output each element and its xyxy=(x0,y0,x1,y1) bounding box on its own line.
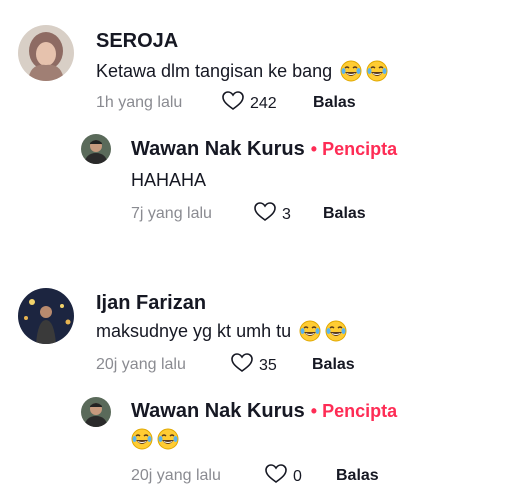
like-button[interactable]: 35 xyxy=(231,353,277,378)
reply-button[interactable]: Balas xyxy=(312,356,355,374)
comment-text-content: Ketawa dlm tangisan ke bang xyxy=(96,60,333,81)
like-button[interactable]: 3 xyxy=(254,202,291,227)
like-button[interactable]: 242 xyxy=(222,91,277,116)
like-count: 0 xyxy=(293,467,302,485)
reply-button[interactable]: Balas xyxy=(313,94,356,112)
tears-of-joy-emoji-icon xyxy=(299,320,321,342)
heart-icon xyxy=(254,202,276,227)
comment-username[interactable]: Ijan Farizan xyxy=(96,292,206,315)
reply-username[interactable]: Wawan Nak Kurus xyxy=(131,400,305,423)
comment-text: Ketawa dlm tangisan ke bang xyxy=(96,60,388,82)
reply-header: Wawan Nak Kurus • Pencipta xyxy=(131,138,397,161)
comment-username[interactable]: SEROJA xyxy=(96,30,178,53)
reply-username[interactable]: Wawan Nak Kurus xyxy=(131,138,305,161)
comment-timestamp: 20j yang lalu xyxy=(96,356,186,373)
reply-header: Wawan Nak Kurus • Pencipta xyxy=(131,400,397,423)
reply-timestamp: 20j yang lalu xyxy=(131,467,221,484)
avatar[interactable] xyxy=(18,25,74,81)
tears-of-joy-emoji-icon xyxy=(340,60,362,82)
comment-text: maksudnye yg kt umh tu xyxy=(96,320,347,342)
avatar[interactable] xyxy=(81,397,111,427)
heart-icon xyxy=(265,464,287,489)
reply-text: HAHAHA xyxy=(131,170,207,190)
tears-of-joy-emoji-icon xyxy=(157,428,179,450)
reply-text xyxy=(131,428,179,450)
tears-of-joy-emoji-icon xyxy=(325,320,347,342)
avatar[interactable] xyxy=(18,288,74,344)
reply-timestamp: 7j yang lalu xyxy=(131,205,212,222)
heart-icon xyxy=(231,353,253,378)
avatar[interactable] xyxy=(81,134,111,164)
tears-of-joy-emoji-icon xyxy=(131,428,153,450)
like-count: 242 xyxy=(250,94,277,112)
like-button[interactable]: 0 xyxy=(265,464,302,489)
reply-button[interactable]: Balas xyxy=(323,205,366,223)
comment-text-content: maksudnye yg kt umh tu xyxy=(96,320,292,341)
like-count: 3 xyxy=(282,205,291,223)
like-count: 35 xyxy=(259,356,277,374)
separator-dot: • xyxy=(310,401,318,421)
creator-badge: Pencipta xyxy=(322,139,398,159)
comment-timestamp: 1h yang lalu xyxy=(96,94,183,111)
tears-of-joy-emoji-icon xyxy=(366,60,388,82)
separator-dot: • xyxy=(310,139,318,159)
reply-button[interactable]: Balas xyxy=(336,467,379,485)
heart-icon xyxy=(222,91,244,116)
creator-badge: Pencipta xyxy=(322,401,398,421)
